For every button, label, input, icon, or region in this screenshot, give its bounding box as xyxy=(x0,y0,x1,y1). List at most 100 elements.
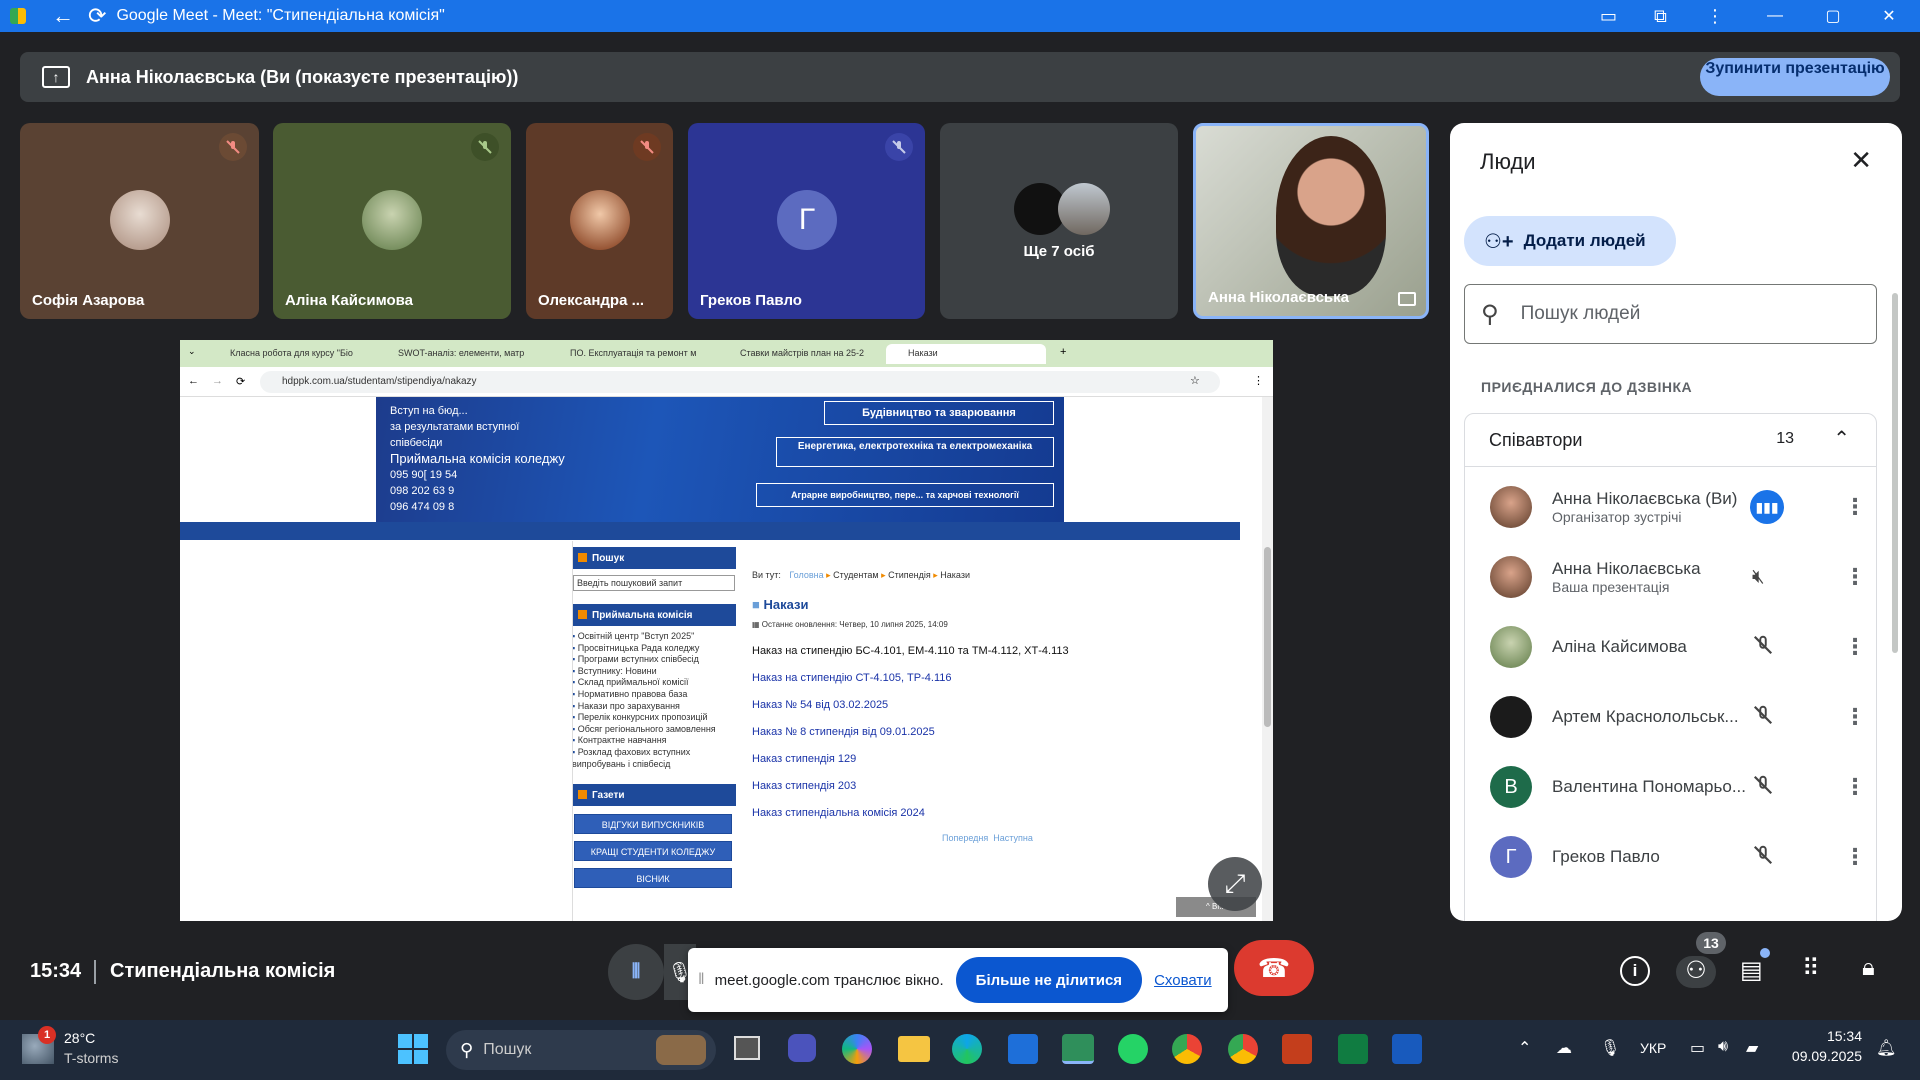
battery-icon[interactable]: ▰ xyxy=(1746,1038,1758,1058)
browser-tab[interactable]: Класна робота для курсу "Біо xyxy=(208,344,368,364)
participant-tile[interactable]: Аліна Кайсимова xyxy=(273,123,511,319)
menu-link[interactable]: Перелік конкурсних пропозицій xyxy=(572,712,736,724)
participant-row[interactable]: Аліна Кайсимова ⋮ xyxy=(1490,617,1890,677)
more-options-icon[interactable]: ⋮ xyxy=(1844,634,1866,660)
pagination[interactable]: Попередня Наступна xyxy=(942,833,1033,843)
more-options-icon[interactable]: ⋮ xyxy=(1844,774,1866,800)
forward-icon[interactable]: → xyxy=(212,375,223,387)
order-link[interactable]: Наказ стипендія 129 xyxy=(752,753,856,765)
clock-date[interactable]: 09.09.2025 xyxy=(1790,1048,1862,1064)
order-link[interactable]: Наказ № 8 стипендія від 09.01.2025 xyxy=(752,726,935,738)
start-icon[interactable] xyxy=(398,1034,428,1064)
browser-tab[interactable]: Ставки майстрів план на 25-2 xyxy=(718,344,878,364)
more-options-icon[interactable]: ⋮ xyxy=(1844,844,1866,870)
chat-icon[interactable]: ▤ xyxy=(1740,956,1763,985)
end-call-button[interactable]: ☎ xyxy=(1234,940,1314,996)
people-icon[interactable]: ⚇ xyxy=(1676,956,1716,988)
host-controls-icon[interactable]: 🔒︎ xyxy=(1862,954,1875,982)
participant-row[interactable]: Артем Краснолольськ... ⋮ xyxy=(1490,687,1890,747)
back-icon[interactable]: ← xyxy=(52,3,74,29)
weather-desc[interactable]: T-storms xyxy=(64,1050,118,1066)
language-indicator[interactable]: УКР xyxy=(1640,1040,1666,1056)
chrome-icon[interactable] xyxy=(1172,1034,1202,1064)
bookmark-icon[interactable]: ☆ xyxy=(1190,374,1200,387)
stop-presenting-button[interactable]: Зупинити презентацію xyxy=(1700,58,1890,96)
menu-link[interactable]: Нормативно правова база xyxy=(572,689,736,701)
participant-row[interactable]: В Валентина Пономарьо... ⋮ xyxy=(1490,757,1890,817)
participant-tile[interactable]: Г Греков Павло xyxy=(688,123,925,319)
menu-link[interactable]: Вступнику: Новини xyxy=(572,666,736,678)
participant-tile[interactable]: Софія Азарова xyxy=(20,123,259,319)
order-link[interactable]: Наказ на стипендію БС-4.101, ЕМ-4.110 та… xyxy=(752,645,1069,657)
hide-link[interactable]: Сховати xyxy=(1154,972,1212,989)
maximize-button[interactable]: ▢ xyxy=(1810,0,1856,32)
participant-row[interactable]: Анна Ніколаєвська (Ви) Організатор зустрі… xyxy=(1490,477,1890,537)
powerpoint-icon[interactable] xyxy=(1282,1034,1312,1064)
menu-link[interactable]: Контрактне навчання xyxy=(572,735,736,747)
participant-row[interactable]: Г Греков Павло ⋮ xyxy=(1490,827,1890,887)
add-people-button[interactable]: ⚇+ Додати людей xyxy=(1464,216,1676,266)
meet-app-icon[interactable] xyxy=(1062,1034,1094,1064)
people-search-input[interactable]: ⚲ Пошук людей xyxy=(1464,284,1877,344)
minimize-button[interactable]: — xyxy=(1752,0,1798,32)
scrollbar[interactable] xyxy=(1262,397,1273,921)
self-tile[interactable]: Анна Ніколаєвська xyxy=(1193,123,1429,319)
teams-icon[interactable] xyxy=(788,1034,816,1062)
sidebar-button[interactable]: ВІДГУКИ ВИПУСКНИКІВ xyxy=(574,814,732,834)
menu-link[interactable]: Просвітницька Рада коледжу xyxy=(572,643,736,655)
task-view-icon[interactable] xyxy=(734,1036,760,1060)
volume-icon[interactable]: 🔊︎ xyxy=(1718,1038,1728,1056)
display-icon[interactable]: ▭ xyxy=(1690,1038,1705,1058)
edge-icon[interactable] xyxy=(952,1034,982,1064)
close-icon[interactable]: ✕ xyxy=(1850,145,1872,176)
browser-tab[interactable]: ПО. Експлуатація та ремонт м xyxy=(548,344,710,364)
menu-icon[interactable]: ⋮ xyxy=(1253,374,1264,387)
extension-icon[interactable]: ⧉ xyxy=(1654,6,1667,27)
clock-time[interactable]: 15:34 xyxy=(1790,1028,1862,1044)
address-bar[interactable]: hdppk.com.ua/studentam/stipendiya/nakazy xyxy=(260,371,1220,393)
camera-icon[interactable]: ▭ xyxy=(1600,6,1617,27)
chrome-profile-icon[interactable] xyxy=(1228,1034,1258,1064)
tray-overflow-icon[interactable]: ⌃ xyxy=(1518,1038,1531,1058)
menu-link[interactable]: Склад приймальної комісії xyxy=(572,677,736,689)
word-icon[interactable] xyxy=(1392,1034,1422,1064)
tab-list-icon[interactable]: ⌄ xyxy=(188,346,196,357)
back-icon[interactable]: ← xyxy=(188,375,199,387)
more-options-icon[interactable]: ⋮ xyxy=(1844,494,1866,520)
close-window-button[interactable]: ✕ xyxy=(1866,0,1912,32)
order-link[interactable]: Наказ стипендія 203 xyxy=(752,780,856,792)
group-header[interactable]: Співавтори 13 ⌃ xyxy=(1464,413,1877,467)
reload-icon[interactable]: ⟳ xyxy=(88,3,106,29)
menu-link[interactable]: Розклад фахових вступних випробувань і с… xyxy=(572,747,736,770)
participant-tile[interactable]: Олександра ... xyxy=(526,123,673,319)
whatsapp-icon[interactable] xyxy=(1118,1034,1148,1064)
info-icon[interactable]: i xyxy=(1620,956,1650,986)
browser-tab[interactable]: SWOT-аналіз: елементи, матр xyxy=(376,344,540,364)
notification-bell-icon[interactable]: 🔔︎ xyxy=(1876,1038,1896,1058)
site-search-input[interactable]: Введіть пошуковий запит xyxy=(573,575,735,591)
reload-icon[interactable]: ⟳ xyxy=(236,375,245,388)
copilot-icon[interactable] xyxy=(842,1034,872,1064)
stop-sharing-button[interactable]: Більше не ділитися xyxy=(955,957,1143,1003)
activities-icon[interactable]: ⠿ xyxy=(1802,954,1820,983)
more-people-tile[interactable]: Ще 7 осіб xyxy=(940,123,1178,319)
fullscreen-icon[interactable]: ⤢ xyxy=(1208,857,1262,911)
excel-icon[interactable] xyxy=(1338,1034,1368,1064)
participant-row[interactable]: Анна Ніколаєвська Ваша презентація 🔇︎ ⋮ xyxy=(1490,547,1890,607)
order-link[interactable]: Наказ № 54 від 03.02.2025 xyxy=(752,699,888,711)
file-explorer-icon[interactable] xyxy=(898,1036,930,1062)
taskbar-search[interactable]: ⚲ Пошук xyxy=(446,1030,716,1070)
menu-link[interactable]: Освітній центр "Вступ 2025" xyxy=(572,631,736,643)
more-options-icon[interactable]: ⋮ xyxy=(1844,704,1866,730)
network-icon[interactable]: ☁ xyxy=(1556,1038,1572,1058)
audio-level-icon[interactable]: ⦀ xyxy=(608,944,664,1000)
drag-handle-icon[interactable]: ‖ xyxy=(698,971,705,989)
menu-link[interactable]: Обсяг регіонального замовлення xyxy=(572,724,736,736)
new-tab-icon[interactable]: + xyxy=(1060,346,1066,358)
order-link[interactable]: Наказ стипендіальна комісія 2024 xyxy=(752,807,925,819)
pip-icon[interactable] xyxy=(1398,292,1416,306)
sidebar-button[interactable]: ВІСНИК xyxy=(574,868,732,888)
mic-icon[interactable]: 🎙︎ xyxy=(1600,1038,1620,1058)
weather-temp[interactable]: 28°C xyxy=(64,1030,95,1046)
more-options-icon[interactable]: ⋮ xyxy=(1844,564,1866,590)
